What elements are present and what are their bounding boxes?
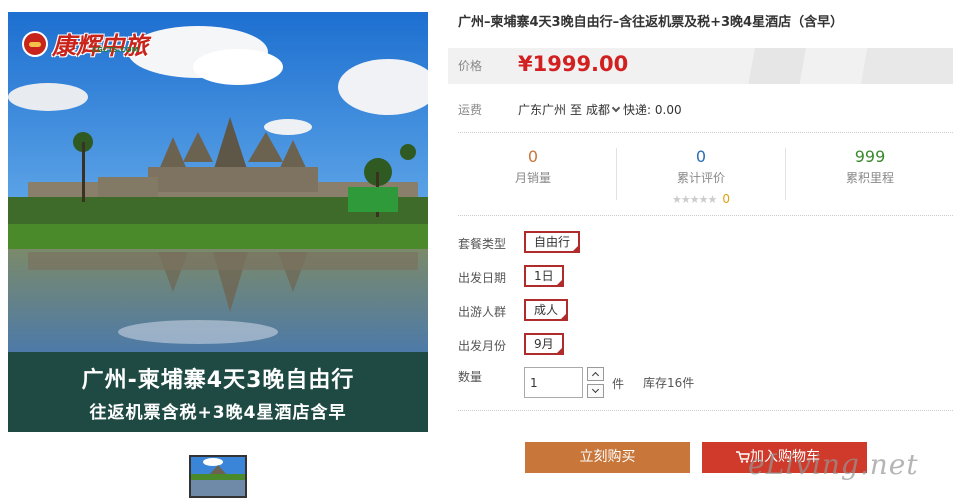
image-banner: 广州-柬埔寨4天3晚自由行 往返机票含税+3晚4星酒店含早 <box>8 352 428 432</box>
shipping-row: 运费 广东广州 至 成都 快递: 0.00 <box>458 101 682 118</box>
site-logo: 康辉中旅 <box>22 26 148 61</box>
stat-monthly-sales: 0 月销量 <box>448 148 618 186</box>
stat-points-label: 累积里程 <box>845 171 894 185</box>
rating-stars-icon: ★★★★★ <box>672 193 717 206</box>
stat-reviews-label: 累计评价 <box>676 171 725 185</box>
thumbnail-photo <box>191 457 245 496</box>
price-label: 价格 <box>458 59 483 73</box>
logo-badge-icon <box>22 30 48 57</box>
option-departure-date[interactable]: 1日 <box>524 265 564 287</box>
shipping-to-word: 至 <box>570 103 583 117</box>
quantity-input[interactable] <box>524 367 583 398</box>
quantity-decrease-button[interactable] <box>587 384 604 398</box>
logo-text: 康辉中旅 <box>52 31 148 60</box>
banner-line-2: 往返机票含税+3晚4星酒店含早 <box>89 403 347 423</box>
buy-now-button[interactable]: 立刻购买 <box>525 442 690 473</box>
shipping-from: 广东广州 <box>518 103 567 117</box>
option-label-package: 套餐类型 <box>458 237 507 251</box>
logo-subtext: CGCTS.COM <box>92 46 139 54</box>
quantity-increase-button[interactable] <box>587 367 604 381</box>
chevron-down-icon <box>591 385 600 394</box>
stats-bar: 0 月销量 0 累计评价 ★★★★★ 0 999 累积里程 <box>448 148 953 207</box>
price-value: ¥1999.00 <box>518 52 629 76</box>
divider <box>458 215 953 216</box>
watermark: eLiving.net <box>748 448 919 481</box>
option-traveler-group[interactable]: 成人 <box>524 299 569 321</box>
divider <box>458 132 953 133</box>
option-label-month: 出发月份 <box>458 339 507 353</box>
price-row: 价格 ¥1999.00 <box>448 48 953 84</box>
stock-count: 库存16件 <box>643 376 695 390</box>
banner-line-1: 广州-柬埔寨4天3晚自由行 <box>81 368 355 393</box>
shipping-label: 运费 <box>458 103 483 117</box>
shipping-to: 成都 <box>586 103 611 117</box>
stat-monthly-sales-value: 0 <box>527 147 539 166</box>
stat-points-value: 999 <box>854 147 886 166</box>
rating-value: 0 <box>722 192 730 206</box>
product-thumbnail[interactable] <box>189 455 247 498</box>
divider <box>458 410 953 411</box>
stat-reviews[interactable]: 0 累计评价 ★★★★★ 0 <box>616 148 786 207</box>
option-label-group: 出游人群 <box>458 305 507 319</box>
option-departure-month[interactable]: 9月 <box>524 333 564 355</box>
stat-points: 999 累积里程 <box>785 148 953 186</box>
quantity-unit: 件 <box>612 377 625 391</box>
shipping-express: 快递: 0.00 <box>623 103 682 117</box>
product-main-image: 康辉中旅 CGCTS.COM 广州-柬埔寨4天3晚自由行 往返机票含税+3晚4星… <box>8 12 428 432</box>
option-package-type[interactable]: 自由行 <box>524 231 581 253</box>
shipping-destination-select[interactable]: 至 成都 <box>570 101 623 118</box>
option-label-date: 出发日期 <box>458 271 507 285</box>
chevron-up-icon <box>591 371 600 380</box>
quantity-label: 数量 <box>458 370 483 384</box>
stat-monthly-sales-label: 月销量 <box>514 171 551 185</box>
stat-reviews-value: 0 <box>695 147 707 166</box>
product-title: 广州–柬埔寨4天3晚自由行–含往返机票及税+3晚4星酒店（含早） <box>458 15 844 30</box>
chevron-down-icon <box>611 103 621 112</box>
